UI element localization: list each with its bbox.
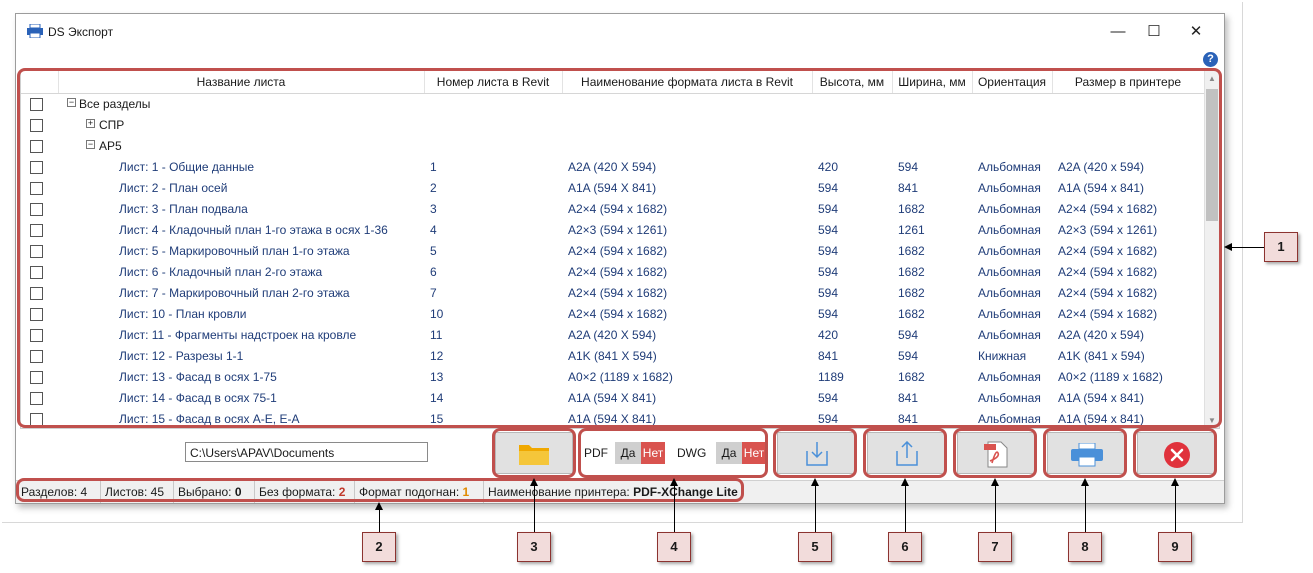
callout-line	[815, 484, 816, 532]
output-path-input[interactable]: C:\Users\APAV\Documents	[185, 442, 428, 462]
arrow-up-icon	[670, 478, 678, 486]
callout-line	[674, 484, 675, 532]
highlight-statusbar	[16, 478, 744, 502]
callout-3: 3	[517, 532, 551, 562]
highlight-import	[773, 428, 857, 478]
callout-line	[1175, 484, 1176, 532]
help-icon[interactable]: ?	[1203, 52, 1218, 67]
arrow-up-icon	[530, 478, 538, 486]
arrow-up-icon	[1171, 478, 1179, 486]
arrow-up-icon	[375, 502, 383, 510]
highlight-cancel	[1133, 428, 1217, 478]
highlight-toggles	[578, 428, 768, 478]
title-bar: DS Экспорт — ☐ ✕	[16, 14, 1224, 48]
callout-line	[1085, 484, 1086, 532]
callout-line	[379, 508, 380, 532]
callout-2: 2	[362, 532, 396, 562]
highlight-export	[863, 428, 947, 478]
callout-7: 7	[978, 532, 1012, 562]
arrow-up-icon	[991, 478, 999, 486]
highlight-pdf	[953, 428, 1037, 478]
arrow-left-icon	[1224, 243, 1232, 251]
callout-line	[995, 484, 996, 532]
highlight-browse	[492, 428, 576, 478]
arrow-up-icon	[1081, 478, 1089, 486]
callout-1: 1	[1264, 232, 1298, 262]
callout-9: 9	[1158, 532, 1192, 562]
highlight-print	[1043, 428, 1127, 478]
highlight-grid	[17, 68, 1222, 428]
close-window-button[interactable]: ✕	[1178, 20, 1214, 44]
window-title: DS Экспорт	[48, 25, 114, 39]
callout-8: 8	[1068, 532, 1102, 562]
arrow-up-icon	[811, 478, 819, 486]
callout-line	[534, 484, 535, 532]
maximize-button[interactable]: ☐	[1136, 20, 1172, 44]
callout-line	[1230, 247, 1264, 248]
callout-6: 6	[888, 532, 922, 562]
minimize-button[interactable]: —	[1100, 20, 1136, 44]
callout-line	[905, 484, 906, 532]
printer-app-icon	[27, 24, 43, 38]
callout-4: 4	[657, 532, 691, 562]
arrow-up-icon	[901, 478, 909, 486]
callout-5: 5	[798, 532, 832, 562]
